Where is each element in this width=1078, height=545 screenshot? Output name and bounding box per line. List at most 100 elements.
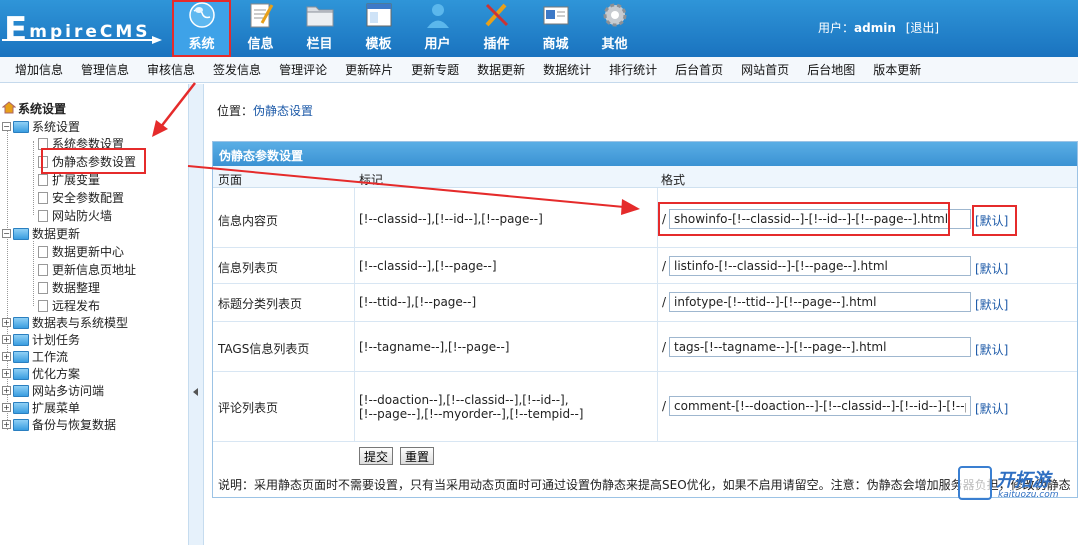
tree-group-label: 扩展菜单 xyxy=(32,401,81,415)
breadcrumb-prefix: 位置： xyxy=(217,104,254,118)
collapse-icon[interactable]: − xyxy=(2,122,11,131)
tree-group-tables-models[interactable]: + 数据表与系统模型 xyxy=(2,314,128,331)
folder-icon xyxy=(13,384,29,397)
table-row: 信息内容页 [!--classid--],[!--id--],[!--page-… xyxy=(213,188,1077,248)
sidebar-splitter[interactable] xyxy=(188,84,204,545)
nav-label: 插件 xyxy=(483,37,510,52)
collapse-icon[interactable]: − xyxy=(2,229,11,238)
default-link[interactable]: [默认] xyxy=(975,400,1008,417)
subnav-update-fragment[interactable]: 更新碎片 xyxy=(345,61,393,78)
subnav-admin-map[interactable]: 后台地图 xyxy=(807,61,855,78)
tree-group-optimization[interactable]: + 优化方案 xyxy=(2,365,80,382)
nav-label: 模板 xyxy=(365,37,392,52)
user-area: 用户：admin [退出] xyxy=(818,19,939,36)
subnav-rank-stats[interactable]: 排行统计 xyxy=(609,61,657,78)
tree-item-pseudo-static[interactable]: 伪静态参数设置 xyxy=(38,153,136,170)
expand-icon[interactable]: + xyxy=(2,352,11,361)
tree-item-label: 数据整理 xyxy=(52,281,101,295)
nav-label: 信息 xyxy=(247,37,274,52)
submit-button[interactable]: 提交 xyxy=(359,447,394,465)
row-slash: / xyxy=(662,212,667,226)
expand-icon[interactable]: + xyxy=(2,420,11,429)
default-link[interactable]: [默认] xyxy=(975,212,1008,229)
tree-item-extend-vars[interactable]: 扩展变量 xyxy=(38,171,100,188)
subnav-data-stats[interactable]: 数据统计 xyxy=(543,61,591,78)
reset-button[interactable]: 重置 xyxy=(400,447,435,465)
table-row: 标题分类列表页 [!--ttid--],[!--page--] / [默认] xyxy=(213,284,1077,322)
tree-group-extend-menu[interactable]: + 扩展菜单 xyxy=(2,399,80,416)
tree-group-label: 系统设置 xyxy=(32,120,81,134)
tree-item-label: 伪静态参数设置 xyxy=(52,155,137,169)
tree-group-workflow[interactable]: + 工作流 xyxy=(2,348,68,365)
collapse-arrow-icon[interactable] xyxy=(193,388,198,396)
format-input-comment[interactable] xyxy=(669,396,971,416)
format-input-content[interactable] xyxy=(669,209,971,229)
nav-user[interactable]: 用户 xyxy=(408,0,467,57)
tree-group-data-update[interactable]: − 数据更新 xyxy=(2,225,80,242)
tools-icon xyxy=(482,1,512,29)
tree-root[interactable]: 系统设置 xyxy=(1,100,66,117)
tree-item-firewall[interactable]: 网站防火墙 xyxy=(38,207,112,224)
logout-link[interactable]: [退出] xyxy=(906,21,939,35)
subnav-review-info[interactable]: 审核信息 xyxy=(147,61,195,78)
expand-icon[interactable]: + xyxy=(2,369,11,378)
tree-group-scheduled-tasks[interactable]: + 计划任务 xyxy=(2,331,80,348)
tree-item-data-tidy[interactable]: 数据整理 xyxy=(38,279,100,296)
user-icon xyxy=(423,1,453,29)
tree-item-data-center[interactable]: 数据更新中心 xyxy=(38,243,124,260)
subnav-sign-info[interactable]: 签发信息 xyxy=(213,61,261,78)
subnav-manage-info[interactable]: 管理信息 xyxy=(81,61,129,78)
expand-icon[interactable]: + xyxy=(2,335,11,344)
nav-column[interactable]: 栏目 xyxy=(290,0,349,57)
document-icon xyxy=(38,173,48,186)
expand-icon[interactable]: + xyxy=(2,386,11,395)
document-icon xyxy=(38,263,48,276)
tree-group-system[interactable]: − 系统设置 xyxy=(2,118,80,135)
format-input-infotype[interactable] xyxy=(669,292,971,312)
default-link[interactable]: [默认] xyxy=(975,260,1008,277)
tree-line xyxy=(33,241,34,306)
subnav-data-update[interactable]: 数据更新 xyxy=(477,61,525,78)
nav-shop[interactable]: 商城 xyxy=(526,0,585,57)
subnav-manage-comment[interactable]: 管理评论 xyxy=(279,61,327,78)
subnav-version-update[interactable]: 版本更新 xyxy=(873,61,921,78)
expand-icon[interactable]: + xyxy=(2,403,11,412)
document-icon xyxy=(38,245,48,258)
tree-item-security[interactable]: 安全参数配置 xyxy=(38,189,124,206)
breadcrumb-link[interactable]: 伪静态设置 xyxy=(253,104,313,118)
row-tags: [!--tagname--],[!--page--] xyxy=(359,340,510,354)
subnav-update-topic[interactable]: 更新专题 xyxy=(411,61,459,78)
table-row: 评论列表页 [!--doaction--],[!--classid--],[!-… xyxy=(213,372,1077,442)
document-icon xyxy=(38,191,48,204)
format-input-tags[interactable] xyxy=(669,337,971,357)
tree-group-backup[interactable]: + 备份与恢复数据 xyxy=(2,416,116,433)
nav-system[interactable]: 系统 xyxy=(172,0,231,57)
subnav-site-home[interactable]: 网站首页 xyxy=(741,61,789,78)
nav-other[interactable]: 其他 xyxy=(585,0,644,57)
card-icon xyxy=(541,1,571,29)
subnav-admin-home[interactable]: 后台首页 xyxy=(675,61,723,78)
watermark-text: 开拓游 xyxy=(996,470,1050,491)
tree-item-label: 数据更新中心 xyxy=(52,245,125,259)
watermark-logo: 开拓游 kaituozu.com xyxy=(958,464,1078,504)
username: admin xyxy=(854,21,896,35)
tree-group-label: 网站多访问端 xyxy=(32,384,105,398)
default-link[interactable]: [默认] xyxy=(975,341,1008,358)
format-input-list[interactable] xyxy=(669,256,971,276)
nav-info[interactable]: 信息 xyxy=(231,0,290,57)
user-label: 用户： xyxy=(818,21,855,35)
tree-group-label: 优化方案 xyxy=(32,367,81,381)
document-icon xyxy=(38,155,48,168)
tree-group-multi-access[interactable]: + 网站多访问端 xyxy=(2,382,104,399)
nav-plugin[interactable]: 插件 xyxy=(467,0,526,57)
tree-item-update-url[interactable]: 更新信息页地址 xyxy=(38,261,136,278)
pseudo-static-panel: 伪静态参数设置 页面 标记 格式 信息内容页 [!--classid--],[!… xyxy=(212,141,1078,498)
expand-icon[interactable]: + xyxy=(2,318,11,327)
tree-group-label: 数据表与系统模型 xyxy=(32,316,129,330)
subnav-add-info[interactable]: 增加信息 xyxy=(15,61,63,78)
tree-item-system-params[interactable]: 系统参数设置 xyxy=(38,135,124,152)
nav-template[interactable]: 模板 xyxy=(349,0,408,57)
tree-item-remote-publish[interactable]: 远程发布 xyxy=(38,297,100,314)
default-link[interactable]: [默认] xyxy=(975,296,1008,313)
top-header: E mpireCMS 系统 信息 栏目 模板 用户 插件 商城 其他 用户：ad… xyxy=(0,0,1078,57)
